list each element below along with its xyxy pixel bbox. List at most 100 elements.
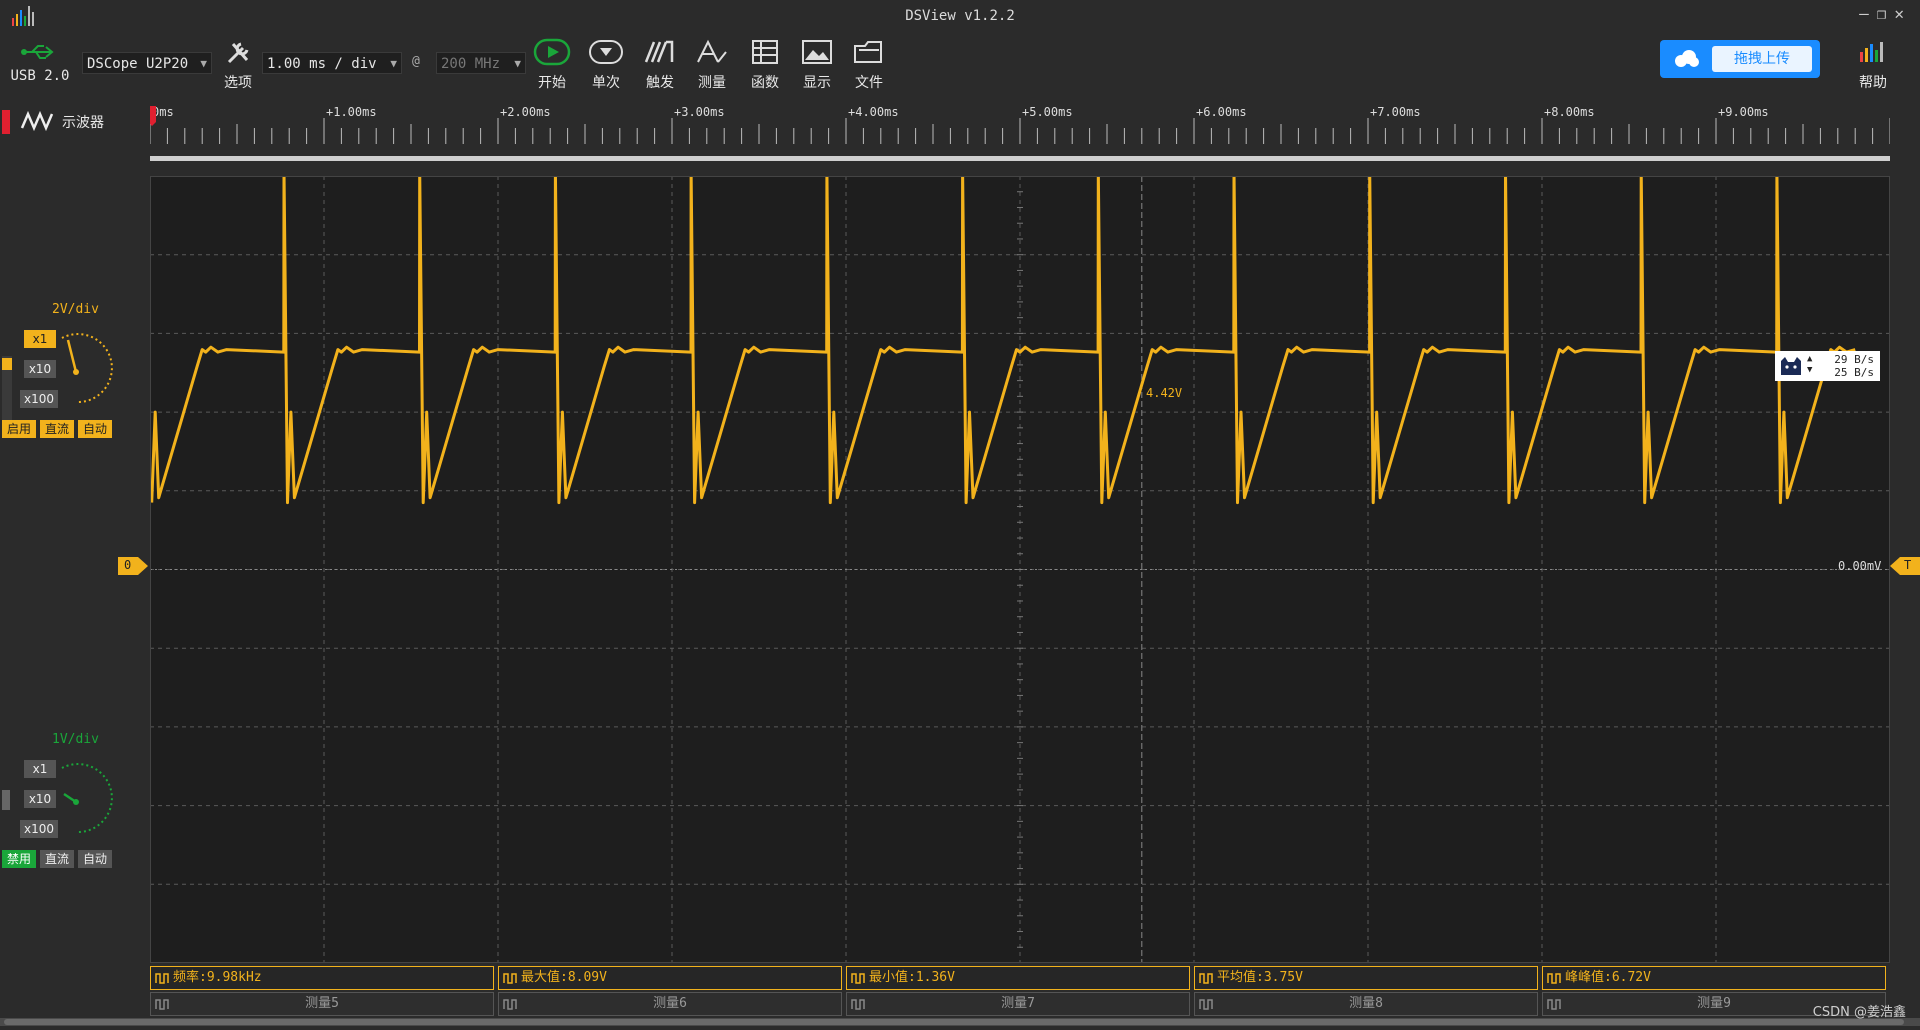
usb-icon <box>20 45 60 66</box>
ch2-vdiv-knob[interactable] <box>50 750 116 840</box>
upload-speed: 29 B/s <box>1834 353 1874 366</box>
max-icon <box>503 970 519 986</box>
ch1-auto-button[interactable]: 自动 <box>78 420 112 438</box>
ruler-tick-label: +5.00ms <box>1022 105 1073 119</box>
measurement-slot[interactable]: 平均值:3.75V <box>1194 966 1538 990</box>
chevron-down-icon: ▼ <box>200 57 207 70</box>
mode-label: 示波器 <box>62 115 104 131</box>
trigger-marker[interactable]: T <box>1890 557 1920 575</box>
minimize-icon[interactable]: — <box>1859 4 1877 23</box>
ch1-probe-x1[interactable]: x1 <box>24 330 56 348</box>
usb-label: USB 2.0 <box>10 68 70 84</box>
ch2-probe-x10[interactable]: x10 <box>24 790 56 808</box>
device-select[interactable]: DSCope U2P20 ▼ <box>82 52 212 74</box>
waveform-plot[interactable] <box>150 176 1890 963</box>
measurement-slot-empty[interactable]: 测量8 <box>1194 992 1538 1016</box>
ch1-vdiv-knob[interactable] <box>50 320 116 410</box>
restore-icon[interactable]: ❐ <box>1877 4 1895 23</box>
ch1-probe-x10[interactable]: x10 <box>24 360 56 378</box>
ch2-disable-button[interactable]: 禁用 <box>2 850 36 868</box>
ch2-dc-button[interactable]: 直流 <box>40 850 74 868</box>
ch2-auto-button[interactable]: 自动 <box>78 850 112 868</box>
display-icon <box>799 40 835 70</box>
time-ruler[interactable]: 0ms +1.00ms +2.00ms +3.00ms +4.00ms +5.00ms +6… <box>150 104 1890 164</box>
ch1-probe-x100[interactable]: x100 <box>20 390 58 408</box>
display-button[interactable]: 显示 <box>794 38 840 92</box>
measurement-label: 最大值:8.09V <box>521 970 607 985</box>
ruler-tick-label: +8.00ms <box>1544 105 1595 119</box>
measurement-label: 频率:9.98kHz <box>173 970 262 985</box>
measurement-label: 测量8 <box>1349 996 1383 1011</box>
single-button[interactable]: 单次 <box>584 38 628 92</box>
toolbar: USB 2.0 DSCope U2P20 ▼ 选项 1.00 ms / div ▼ … <box>0 32 1920 104</box>
ch1-vdiv: 2V/div <box>52 302 99 317</box>
measurement-label: 测量7 <box>1001 996 1035 1011</box>
measurement-label: 最小值:1.36V <box>869 970 955 985</box>
start-button[interactable]: 开始 <box>530 38 574 92</box>
samplerate-select[interactable]: 200 MHz ▼ <box>436 52 526 74</box>
measurement-slot-empty[interactable]: 测量5 <box>150 992 494 1016</box>
single-capture-icon <box>587 40 625 70</box>
function-label: 函数 <box>751 75 779 91</box>
play-icon <box>533 38 571 70</box>
measurement-slot-icon <box>155 996 171 1012</box>
measure-button[interactable]: 测量 <box>690 38 734 92</box>
scrollbar-thumb[interactable] <box>4 1019 1904 1025</box>
measurement-slot-icon <box>1199 996 1215 1012</box>
measurement-label: 测量9 <box>1697 996 1731 1011</box>
measure-label: 测量 <box>698 75 726 91</box>
ch2-probe-x1[interactable]: x1 <box>24 760 56 778</box>
measurement-slot-empty[interactable]: 测量7 <box>846 992 1190 1016</box>
cloud-icon <box>1672 48 1700 74</box>
mode-indicator <box>2 110 10 134</box>
upload-button[interactable]: 拖拽上传 <box>1660 40 1820 78</box>
measurement-slot-empty[interactable]: 测量6 <box>498 992 842 1016</box>
trigger-level-label: 0.00mV <box>1838 559 1882 573</box>
trigger-button[interactable]: 触发 <box>638 38 682 92</box>
start-label: 开始 <box>538 75 566 91</box>
ch1-offset-slider[interactable] <box>2 356 12 420</box>
file-label: 文件 <box>855 75 883 91</box>
ruler-tick-label: +9.00ms <box>1718 105 1769 119</box>
measurement-slot[interactable]: 最小值:1.36V <box>846 966 1190 990</box>
ch1-zero-marker[interactable]: 0 <box>118 557 148 575</box>
options-button[interactable]: 选项 <box>218 38 258 92</box>
trigger-label: 触发 <box>646 75 674 91</box>
measurement-slot-icon <box>1547 996 1563 1012</box>
trigger-icon <box>642 40 678 70</box>
ruler-tick-label: +4.00ms <box>848 105 899 119</box>
download-speed: 25 B/s <box>1834 366 1874 379</box>
help-icon <box>1856 42 1890 70</box>
file-button[interactable]: 文件 <box>846 38 892 92</box>
ruler-tick-label: +1.00ms <box>326 105 377 119</box>
horizontal-scrollbar[interactable] <box>0 1018 1920 1026</box>
measurement-slot[interactable]: 频率:9.98kHz <box>150 966 494 990</box>
ch2-probe-x100[interactable]: x100 <box>20 820 58 838</box>
display-label: 显示 <box>803 75 831 91</box>
watermark: CSDN @姜浩鑫 <box>1812 1005 1906 1020</box>
cat-icon <box>1779 355 1803 380</box>
ch2-offset-slider[interactable] <box>2 790 10 810</box>
chevron-down-icon: ▼ <box>514 57 521 70</box>
timebase-select[interactable]: 1.00 ms / div ▼ <box>262 52 402 74</box>
usb-device-button[interactable]: USB 2.0 <box>10 42 70 84</box>
measurement-slot[interactable]: 最大值:8.09V <box>498 966 842 990</box>
ch1-dc-button[interactable]: 直流 <box>40 420 74 438</box>
start-cursor-icon[interactable] <box>150 106 156 126</box>
title-bar: DSView v1.2.2 —❐✕ <box>0 0 1920 32</box>
measurement-slot-icon <box>503 996 519 1012</box>
measurement-slot[interactable]: 峰峰值:6.72V <box>1542 966 1886 990</box>
peak-peak-icon <box>1547 970 1563 986</box>
mode-tab-oscilloscope[interactable]: 示波器 <box>0 110 120 134</box>
network-speed-widget: ▲ ▼ 29 B/s 25 B/s <box>1775 351 1880 381</box>
help-button[interactable]: 帮助 <box>1850 38 1896 92</box>
oscilloscope-icon <box>20 110 56 136</box>
folder-icon <box>851 41 887 70</box>
measurement-label: 平均值:3.75V <box>1217 970 1303 985</box>
close-icon[interactable]: ✕ <box>1894 4 1912 23</box>
upload-label: 拖拽上传 <box>1712 46 1812 72</box>
measurement-slot-icon <box>851 996 867 1012</box>
ch1-enable-button[interactable]: 启用 <box>2 420 36 438</box>
function-icon <box>747 40 783 70</box>
function-button[interactable]: 函数 <box>742 38 788 92</box>
